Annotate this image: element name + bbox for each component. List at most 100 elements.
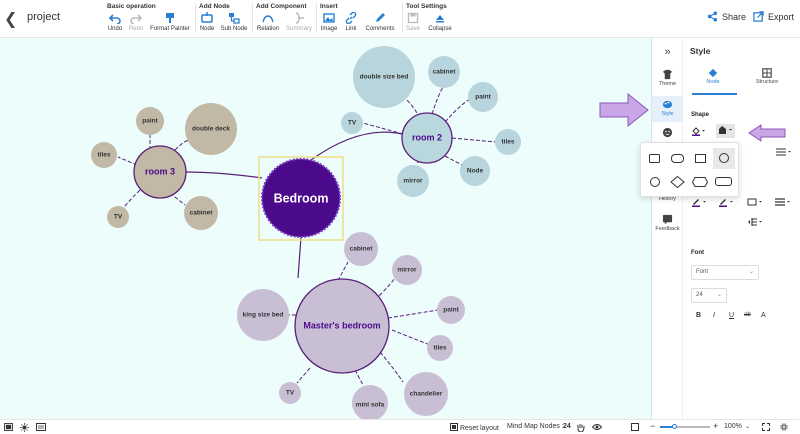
highlight-color-picker[interactable] [718,197,734,209]
underline-button[interactable]: U [729,312,734,319]
group-basic-operation: Basic operation [107,3,156,10]
emoji-button[interactable] [652,127,683,139]
edge [354,369,364,386]
branch-style-picker[interactable] [747,217,763,229]
sun-icon [20,423,29,432]
shape-picker-icon [719,126,732,134]
tab-structure[interactable]: Structure [753,68,781,85]
minimap-toggle[interactable] [4,423,13,433]
hand-tool-button[interactable] [577,423,585,434]
border-box-picker[interactable] [747,197,763,209]
shape-hexagon[interactable] [692,177,708,187]
child-label: mini sofa [356,402,385,409]
theme-mode-toggle[interactable] [20,423,29,434]
reset-layout-button[interactable]: Reset layout [450,423,499,432]
shape-circle-selected[interactable] [713,148,735,169]
font-color-button[interactable]: A [761,312,766,319]
theme-button[interactable]: Theme [652,69,683,87]
zoom-level[interactable]: 100% [724,423,742,430]
link-label: Link [345,26,357,32]
save-button[interactable]: Save [404,12,422,32]
line-style-icon [776,148,791,156]
preview-button[interactable] [591,423,603,433]
back-icon[interactable]: ❮ [4,9,18,28]
structure-tab-icon [762,68,772,78]
feedback-button[interactable]: Feedback [652,214,683,232]
zoom-slider-thumb[interactable] [672,424,677,429]
divider [252,3,253,33]
room2-label: room 2 [412,132,442,142]
mind-map-canvas[interactable]: Bedroom room 2 double size bed cabinet p… [0,38,651,419]
shape-picker-button[interactable] [716,124,735,138]
shape-rounded-rect[interactable] [649,154,660,163]
fill-bucket-icon [692,127,705,136]
pen-icon [692,199,706,207]
chevron-down-icon[interactable]: ⌄ [745,423,750,430]
comments-icon [376,13,385,22]
theme-label: Theme [658,81,677,87]
bold-button[interactable]: B [696,312,701,319]
export-button[interactable]: Export [753,11,794,22]
zoom-out-button[interactable]: − [650,421,655,431]
sub-node-button[interactable]: Sub Node [219,12,249,32]
stroke-color-picker[interactable] [691,197,707,209]
shape-diamond[interactable] [670,176,685,188]
edge [451,137,497,143]
project-title[interactable]: project [27,11,60,23]
shape-rectangle[interactable] [695,154,706,163]
collapse-panel-icon: » [664,46,671,58]
style-button[interactable]: Style [652,96,683,122]
font-size-select[interactable]: 24 ⌄ [691,288,727,303]
italic-button[interactable]: I [713,312,715,319]
collapse-ui-button[interactable] [780,423,788,433]
eye-icon [591,424,603,430]
font-size-value: 24 [696,292,703,298]
child-label: paint [142,118,158,125]
summary-button[interactable]: Summary [284,12,314,32]
node-count-label: Mind Map Nodes : [507,423,564,430]
edge [444,98,471,123]
edge [387,309,439,319]
share-button[interactable]: Share [707,11,746,22]
collapse-ui-icon [780,423,788,431]
fill-color-picker[interactable] [691,126,705,138]
child-label: paint [475,94,491,101]
child-label: mirror [397,267,417,274]
zoom-in-button[interactable]: + [713,421,718,431]
export-label: Export [768,11,795,22]
reset-layout-icon [450,423,458,431]
minimap-icon [4,423,13,431]
circle-shape [719,153,729,163]
strikethrough-button[interactable]: ab [744,312,751,318]
child-label: TV [286,390,295,397]
collapse-button[interactable]: Collapse [426,12,454,32]
font-family-select[interactable]: Font ⌄ [691,265,759,280]
tab-node-label: Node [706,79,720,85]
line-weight-picker[interactable] [775,197,791,209]
relation-button[interactable]: Relation [255,12,281,32]
shape-capsule[interactable] [715,177,732,186]
link-button[interactable]: Link [342,12,360,32]
shape-pill[interactable] [671,154,684,163]
fit-screen-button[interactable] [631,423,639,433]
tab-node[interactable]: Node [703,68,723,85]
group-tool-settings: Tool Settings [406,3,447,10]
format-painter-button[interactable]: Format Painter [148,12,192,32]
image-button[interactable]: Image [318,12,340,32]
style-panel: Style Node Structure Shape Font Font ⌄ 2… [682,38,800,419]
child-label: king size bed [243,312,284,319]
fullscreen-button[interactable] [762,423,770,433]
node-button[interactable]: Node [197,12,217,32]
image-label: Image [320,26,338,32]
redo-button[interactable]: Redo [126,12,146,32]
comments-button[interactable]: Comments [363,12,397,32]
collapse-panel-button[interactable]: » [652,46,683,58]
node-count-value: 24 [563,423,571,430]
image-icon [323,13,335,23]
keyboard-toggle[interactable] [36,423,46,433]
shape-ellipse[interactable] [650,177,660,187]
line-style-picker[interactable] [776,148,792,158]
undo-button[interactable]: Undo [105,12,125,32]
child-label: TV [348,120,357,127]
group-add-node: Add Node [199,3,230,10]
